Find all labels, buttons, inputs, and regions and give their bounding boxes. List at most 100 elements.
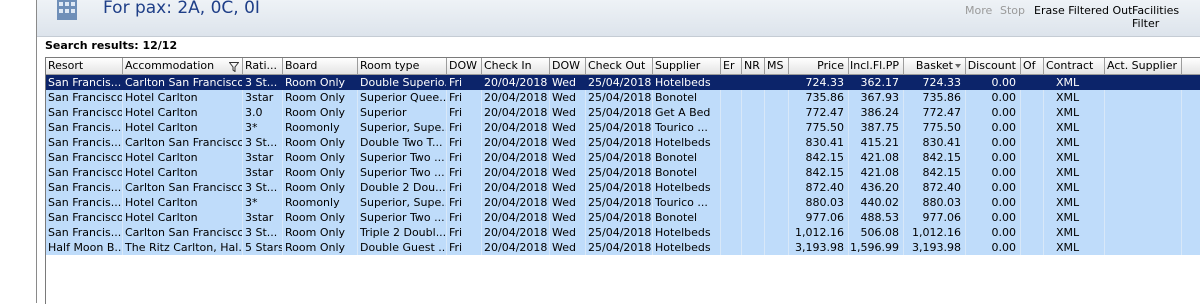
- col-header-nr[interactable]: NR: [742, 58, 765, 74]
- cell-supplier: Tourico ...: [653, 120, 721, 135]
- stop-button[interactable]: Stop: [1000, 4, 1025, 17]
- cell-dow-out: Wed: [550, 180, 586, 195]
- cell-dow-in: Fri: [447, 75, 482, 90]
- table-row[interactable]: San Francisco Hotel Carlton 3star Room O…: [46, 150, 1200, 165]
- col-header-incl-fl-pp[interactable]: Incl.Fl.PP: [849, 58, 904, 74]
- cell-incl-fl-pp: 488.53: [849, 210, 904, 225]
- cell-incl-fl-pp: 362.17: [849, 75, 904, 90]
- facilities-filter-button[interactable]: Facilities Filter: [1132, 4, 1200, 30]
- cell-room-type: Superior, Supe...: [360, 195, 447, 210]
- col-header-of[interactable]: Of: [1021, 58, 1044, 74]
- cell-dow-out: Wed: [550, 210, 586, 225]
- col-header-ms[interactable]: MS: [765, 58, 789, 74]
- cell-price: 880.03: [789, 195, 849, 210]
- col-header-dow-out[interactable]: DOW: [550, 58, 586, 74]
- cell-board: Room Only: [283, 75, 358, 90]
- col-header-board[interactable]: Board: [283, 58, 358, 74]
- table-row[interactable]: Half Moon B... The Ritz Carlton, Hal... …: [46, 240, 1200, 255]
- cell-er: [721, 75, 742, 90]
- cell-discount: 0.00: [966, 195, 1021, 210]
- cell-basket: 842.15: [904, 165, 966, 180]
- filter-icon[interactable]: [228, 61, 240, 73]
- cell-incl-fl-pp: 506.08: [849, 225, 904, 240]
- sort-descending-icon: [955, 64, 961, 68]
- cell-nr: [742, 195, 765, 210]
- cell-dow-in: Fri: [447, 120, 482, 135]
- col-header-accommodation[interactable]: Accommodation: [123, 58, 243, 74]
- search-results-count: Search results: 12/12: [45, 39, 178, 52]
- table-row[interactable]: San Francisco Hotel Carlton 3star Room O…: [46, 210, 1200, 225]
- cell-of: [1021, 195, 1044, 210]
- cell-dow-out: Wed: [550, 195, 586, 210]
- cell-of: [1021, 135, 1044, 150]
- cell-check-out: 25/04/2018: [588, 240, 653, 255]
- cell-check-in: 20/04/2018: [482, 105, 550, 120]
- cell-discount: 0.00: [966, 225, 1021, 240]
- cell-check-out: 25/04/2018: [588, 225, 653, 240]
- col-header-accommodation-label: Accommodation: [125, 59, 215, 72]
- cell-of: [1021, 180, 1044, 195]
- table-row[interactable]: San Francisco Hotel Carlton 3.0 Room Onl…: [46, 105, 1200, 120]
- cell-accommodation: Hotel Carlton: [123, 195, 243, 210]
- table-row[interactable]: San Francis... Carlton San Francisco 3 S…: [46, 135, 1200, 150]
- cell-accommodation: Hotel Carlton: [123, 210, 243, 225]
- cell-incl-fl-pp: 440.02: [849, 195, 904, 210]
- cell-act-supplier: [1105, 135, 1182, 150]
- pax-title: For pax: 2A, 0C, 0I: [103, 0, 260, 18]
- col-header-basket-label: Basket: [915, 59, 953, 72]
- cell-act-supplier: [1105, 105, 1182, 120]
- cell-supplier: Hotelbeds: [653, 180, 721, 195]
- cell-ms: [765, 75, 789, 90]
- cell-dow-out: Wed: [550, 105, 586, 120]
- cell-er: [721, 150, 742, 165]
- col-header-supplier[interactable]: Supplier: [653, 58, 721, 74]
- cell-board: Roomonly: [283, 120, 358, 135]
- cell-supplier: Hotelbeds: [653, 135, 721, 150]
- erase-filtered-out-button[interactable]: Erase Filtered Out: [1034, 4, 1132, 17]
- cell-contract: XML: [1044, 225, 1105, 240]
- cell-discount: 0.00: [966, 105, 1021, 120]
- cell-er: [721, 105, 742, 120]
- cell-check-in: 20/04/2018: [482, 210, 550, 225]
- cell-nr: [742, 165, 765, 180]
- table-row[interactable]: San Francisco Hotel Carlton 3star Room O…: [46, 165, 1200, 180]
- col-header-price[interactable]: Price: [789, 58, 849, 74]
- col-header-check-out[interactable]: Check Out: [586, 58, 653, 74]
- cell-of: [1021, 240, 1044, 255]
- cell-room-type: Superior: [358, 105, 447, 120]
- col-header-contract[interactable]: Contract: [1044, 58, 1105, 74]
- cell-act-supplier: [1105, 120, 1182, 135]
- col-header-resort[interactable]: Resort: [46, 58, 123, 74]
- cell-basket: 735.86: [904, 90, 966, 105]
- cell-basket: 842.15: [904, 150, 966, 165]
- cell-er: [721, 120, 742, 135]
- col-header-check-in[interactable]: Check In: [482, 58, 550, 74]
- results-grid[interactable]: Resort Accommodation Rati... Board Room …: [45, 57, 1200, 304]
- table-row[interactable]: San Francis... Hotel Carlton 3* Roomonly…: [46, 120, 1200, 135]
- table-row[interactable]: San Francis... Carlton San Francisco 3 S…: [46, 180, 1200, 195]
- more-button[interactable]: More: [965, 4, 992, 17]
- cell-basket: 772.47: [904, 105, 966, 120]
- cell-board: Room Only: [283, 165, 358, 180]
- cell-room-type: Triple 2 Doubl...: [360, 225, 447, 240]
- col-header-basket[interactable]: Basket: [904, 58, 966, 74]
- col-header-act-supplier[interactable]: Act. Supplier: [1105, 58, 1182, 74]
- cell-room-type: Double Guest ...: [360, 240, 447, 255]
- col-header-rating[interactable]: Rati...: [243, 58, 283, 74]
- table-row[interactable]: San Francis... Carlton San Francisco 3 S…: [46, 225, 1200, 240]
- results-toolbar: For pax: 2A, 0C, 0I More Stop Erase Filt…: [37, 0, 1200, 37]
- cell-incl-fl-pp: 1,596.99: [849, 240, 904, 255]
- col-header-er[interactable]: Er: [721, 58, 742, 74]
- col-header-discount[interactable]: Discount: [966, 58, 1021, 74]
- cell-incl-fl-pp: 421.08: [849, 150, 904, 165]
- cell-accommodation: Hotel Carlton: [123, 150, 243, 165]
- cell-nr: [742, 240, 765, 255]
- table-row[interactable]: San Francisco Hotel Carlton 3star Room O…: [46, 90, 1200, 105]
- table-row[interactable]: San Francis... Carlton San Francisco 3 S…: [46, 75, 1200, 90]
- col-header-room-type[interactable]: Room type: [358, 58, 447, 74]
- col-header-dow-in[interactable]: DOW: [447, 58, 482, 74]
- cell-check-in: 20/04/2018: [482, 180, 550, 195]
- grid-header-row: Resort Accommodation Rati... Board Room …: [46, 58, 1200, 75]
- table-row[interactable]: San Francis... Hotel Carlton 3* Roomonly…: [46, 195, 1200, 210]
- cell-check-in: 20/04/2018: [482, 195, 550, 210]
